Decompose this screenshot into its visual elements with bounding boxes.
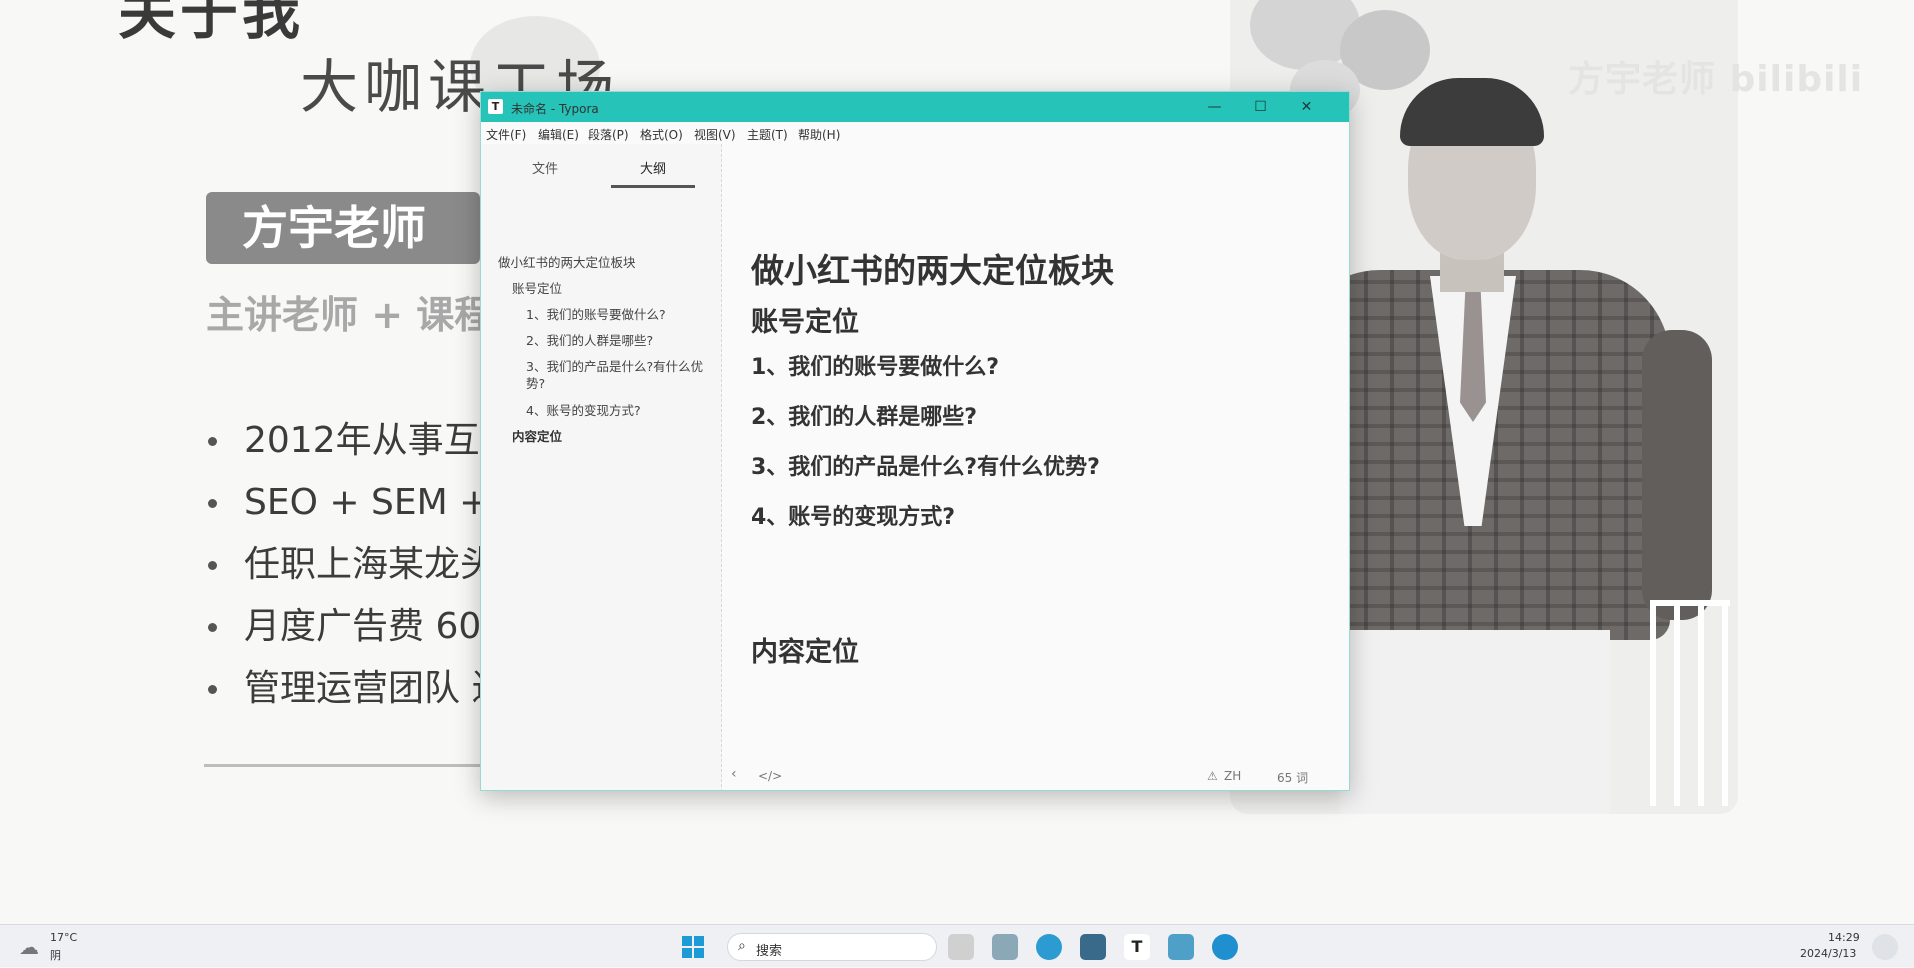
edge-browser-icon[interactable] bbox=[1036, 934, 1062, 960]
pants-shape bbox=[1340, 630, 1610, 814]
close-button[interactable]: ✕ bbox=[1284, 92, 1329, 122]
menu-file[interactable]: 文件(F) bbox=[486, 126, 526, 143]
clock-time[interactable]: 14:29 bbox=[1828, 931, 1860, 944]
notepad-icon[interactable] bbox=[1168, 934, 1194, 960]
task-view-icon[interactable] bbox=[948, 934, 974, 960]
window-title: 未命名 - Typora bbox=[511, 102, 599, 116]
menu-edit[interactable]: 编辑(E) bbox=[538, 126, 579, 143]
doc-item-q3[interactable]: 3、我们的产品是什么?有什么优势? bbox=[751, 449, 1100, 481]
teacher-name-badge: 方宇老师 bbox=[206, 192, 480, 264]
tab-outline[interactable]: 大纲 bbox=[611, 158, 695, 188]
back-icon[interactable]: ‹ bbox=[731, 766, 737, 782]
tab-files[interactable]: 文件 bbox=[503, 158, 587, 185]
doc-item-q2[interactable]: 2、我们的人群是哪些? bbox=[751, 399, 977, 431]
doc-heading-account[interactable]: 账号定位 bbox=[751, 300, 859, 339]
warning-icon[interactable]: ⚠ bbox=[1207, 769, 1218, 783]
watermark: 方宇老师 bilibili bbox=[1568, 59, 1864, 100]
slide-title: 关于我 bbox=[118, 0, 305, 47]
doc-item-q4[interactable]: 4、账号的变现方式? bbox=[751, 499, 955, 531]
outline-item-q2[interactable]: 2、我们的人群是哪些? bbox=[526, 332, 653, 349]
outline-item-q3[interactable]: 3、我们的产品是什么?有什么优势? bbox=[526, 358, 711, 392]
source-code-icon[interactable]: </> bbox=[758, 769, 782, 783]
file-explorer-icon[interactable] bbox=[992, 934, 1018, 960]
typora-app-icon: T bbox=[488, 99, 503, 114]
title-bar[interactable]: T 未命名 - Typora — ☐ ✕ bbox=[481, 92, 1349, 122]
notification-icon[interactable] bbox=[1872, 934, 1898, 960]
outline-item-account[interactable]: 账号定位 bbox=[512, 280, 562, 297]
outline-item-q1[interactable]: 1、我们的账号要做什么? bbox=[526, 306, 666, 323]
chair-shape bbox=[1650, 600, 1730, 806]
outline-item-content[interactable]: 内容定位 bbox=[512, 428, 562, 445]
sidebar: 文件 大纲 做小红书的两大定位板块 账号定位 1、我们的账号要做什么? 2、我们… bbox=[481, 144, 722, 790]
cloud-icon[interactable]: ☁ bbox=[16, 934, 42, 960]
menu-theme[interactable]: 主题(T) bbox=[747, 126, 788, 143]
menu-format[interactable]: 格式(O) bbox=[640, 126, 683, 143]
weather-desc[interactable]: 阴 bbox=[50, 947, 61, 963]
menu-help[interactable]: 帮助(H) bbox=[798, 126, 840, 143]
search-placeholder: 搜索 bbox=[756, 944, 783, 959]
typora-taskbar-icon[interactable]: T bbox=[1124, 934, 1150, 960]
taskbar-search-box[interactable]: ⌕ 搜索 bbox=[727, 933, 937, 961]
word-count[interactable]: 65 词 bbox=[1277, 769, 1308, 786]
slide-subtitle: 主讲老师 + 课程 bbox=[206, 293, 493, 337]
typora-window: T 未命名 - Typora — ☐ ✕ 文件(F) 编辑(E) 段落(P) 格… bbox=[480, 91, 1350, 791]
clock-date[interactable]: 2024/3/13 bbox=[1800, 947, 1856, 960]
outline-item-q4[interactable]: 4、账号的变现方式? bbox=[526, 402, 641, 419]
taskbar: ☁ 17°C 阴 ⌕ 搜索 T 14:29 2024/3/13 bbox=[0, 924, 1914, 967]
editor-area[interactable]: 做小红书的两大定位板块 账号定位 1、我们的账号要做什么? 2、我们的人群是哪些… bbox=[721, 144, 1349, 754]
doc-heading-content[interactable]: 内容定位 bbox=[751, 630, 859, 669]
doc-heading-1[interactable]: 做小红书的两大定位板块 bbox=[751, 244, 1114, 292]
status-bar: ‹ </> ⚠ ZH 65 词 bbox=[721, 764, 1349, 790]
windows-start-icon[interactable] bbox=[680, 934, 706, 960]
menu-bar: 文件(F) 编辑(E) 段落(P) 格式(O) 视图(V) 主题(T) 帮助(H… bbox=[481, 122, 1349, 144]
maximize-button[interactable]: ☐ bbox=[1238, 92, 1283, 122]
weather-temp[interactable]: 17°C bbox=[50, 931, 77, 944]
menu-view[interactable]: 视图(V) bbox=[694, 126, 736, 143]
search-icon: ⌕ bbox=[738, 938, 746, 954]
edge-dev-icon[interactable] bbox=[1212, 934, 1238, 960]
doc-item-q1[interactable]: 1、我们的账号要做什么? bbox=[751, 349, 999, 381]
arm-shape bbox=[1642, 330, 1712, 620]
menu-paragraph[interactable]: 段落(P) bbox=[588, 126, 629, 143]
outline-item-h1[interactable]: 做小红书的两大定位板块 bbox=[498, 254, 636, 271]
store-icon[interactable] bbox=[1080, 934, 1106, 960]
language-indicator[interactable]: ZH bbox=[1224, 769, 1241, 783]
hair-shape bbox=[1400, 78, 1544, 146]
minimize-button[interactable]: — bbox=[1192, 92, 1237, 122]
